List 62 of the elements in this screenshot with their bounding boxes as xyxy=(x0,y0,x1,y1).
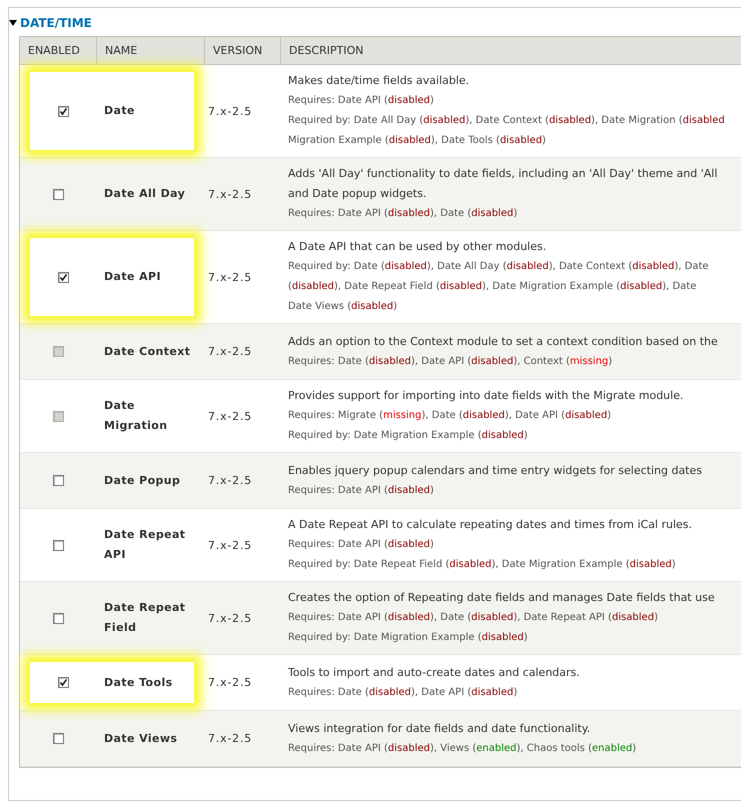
module-name: Date Popup xyxy=(103,472,182,488)
module-name: Date Context xyxy=(103,344,192,360)
module-description: Creates the option of Repeating date fields and manages Date fields that use xyxy=(288,590,716,606)
checkbox[interactable] xyxy=(52,475,64,486)
dependency-line: Requires: Date API (disabled), Date (disabled), Date Repeat API (disabled) xyxy=(288,611,659,625)
module-description: Adds an option to the Context module to set a context condition based on the xyxy=(288,334,719,350)
checkbox[interactable] xyxy=(52,188,64,200)
dependency-line: Migration Example (disabled), Date Tools (disabled) xyxy=(288,134,547,148)
column-header: DESCRIPTION xyxy=(280,37,741,64)
module-description: Makes date/time fields available. xyxy=(288,73,470,89)
module-version: 7.x-2.5 xyxy=(207,538,254,552)
dependency-line: Required by: Date Migration Example (disabled) xyxy=(288,429,529,443)
checkbox[interactable] xyxy=(58,677,68,688)
dependency-line: Required by: Date Repeat Field (disabled), Date Migration Example (disabled) xyxy=(288,558,677,572)
dependency-line: Requires: Date API (disabled), Date (disabled) xyxy=(288,207,518,221)
dependency-line: Requires: Migrate (missing), Date (disabled), Date API (disabled) xyxy=(288,409,612,423)
dependency-line: Requires: Date API (disabled) xyxy=(288,484,435,498)
module-name: Date Tools xyxy=(103,674,174,690)
section-toggle[interactable]: DATE/TIME xyxy=(9,16,92,36)
triangle-down-icon xyxy=(9,20,17,26)
dependency-line: Required by: Date (disabled), Date All Day (disabled), Date Context (disabled), Date xyxy=(288,260,710,274)
module-name: Date API xyxy=(103,269,162,285)
dependency-line: (disabled), Date Repeat Field (disabled), Date Migration Example (disabled), Date xyxy=(288,280,698,294)
module-version: 7.x-2.5 xyxy=(207,732,254,745)
module-name: Date Repeat API xyxy=(103,527,186,563)
module-description: Views integration for date fields and date functionality. xyxy=(288,720,592,736)
checkbox[interactable] xyxy=(52,612,64,624)
module-description: A Date API that can be used by other modules. xyxy=(288,239,548,255)
module-version: 7.x-2.5 xyxy=(207,612,254,624)
module-name: Date xyxy=(103,103,136,119)
module-name: Date Views xyxy=(103,730,178,746)
module-version: 7.x-2.5 xyxy=(207,104,254,118)
module-name: Date All Day xyxy=(103,186,186,202)
column-header: NAME xyxy=(96,37,204,64)
module-description: Provides support for importing into date fields with the Migrate module. xyxy=(288,388,684,404)
dependency-line: Requires: Date (disabled), Date API (disabled), Context (missing) xyxy=(288,354,614,368)
dependency-line: Requires: Date API (disabled) xyxy=(288,538,435,552)
module-version: 7.x-2.5 xyxy=(207,474,254,487)
module-version: 7.x-2.5 xyxy=(207,270,254,284)
dependency-line: Requires: Date (disabled), Date API (disabled) xyxy=(288,686,518,700)
module-name: Date Repeat Field xyxy=(103,600,186,636)
module-description: Adds 'All Day' functionality to date fields, including an 'All Day' theme and 'All xyxy=(288,166,718,182)
module-description: Tools to import and auto-create dates and calendars. xyxy=(288,664,581,680)
module-version: 7.x-2.5 xyxy=(207,188,254,200)
checkbox[interactable] xyxy=(58,272,68,282)
dependency-line: Required by: Date All Day (disabled), Date Context (disabled), Date Migration (disabled xyxy=(288,114,726,128)
checkbox[interactable] xyxy=(58,106,68,116)
dependency-line: Requires: Date API (disabled) xyxy=(288,94,435,108)
dependency-line: Date Views (disabled) xyxy=(288,300,398,314)
module-description: Enables jquery popup calendars and time entry widgets for selecting dates xyxy=(288,462,703,478)
module-name: Date Migration xyxy=(103,398,168,434)
checkbox[interactable] xyxy=(52,540,64,550)
checkbox[interactable] xyxy=(52,733,64,744)
column-header: ENABLED xyxy=(27,43,81,59)
module-description: A Date Repeat API to calculate repeating dates and times from iCal rules. xyxy=(288,517,694,533)
dependency-line: Requires: Date API (disabled), Views (enabled), Chaos tools (enabled) xyxy=(288,742,638,756)
module-description: and Date popup widgets. xyxy=(288,186,428,202)
module-version: 7.x-2.5 xyxy=(207,676,254,689)
dependency-line: Required by: Date Migration Example (disabled) xyxy=(288,631,529,645)
module-version: 7.x-2.5 xyxy=(207,345,254,358)
column-header: VERSION xyxy=(204,37,280,64)
module-version: 7.x-2.5 xyxy=(207,410,254,422)
